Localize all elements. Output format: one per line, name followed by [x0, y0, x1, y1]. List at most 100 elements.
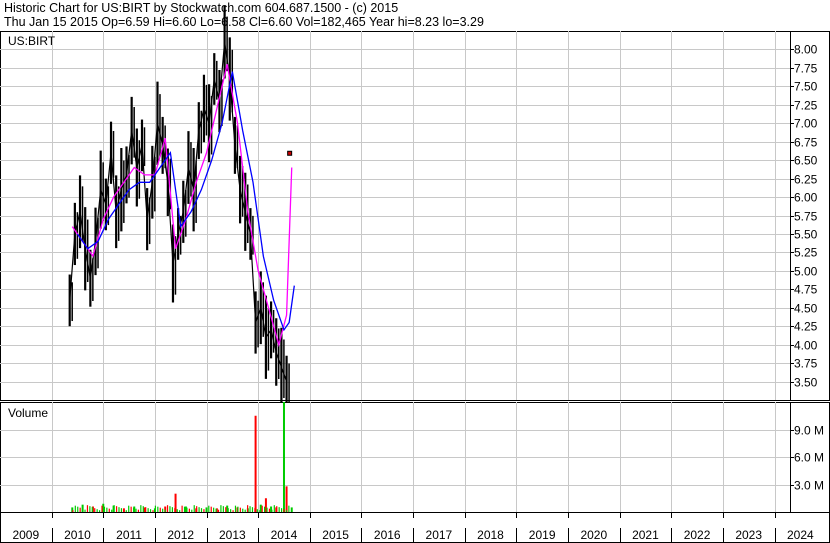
volume-bar — [137, 509, 140, 512]
year-label: 2011 — [116, 528, 142, 542]
year-label: 2020 — [580, 528, 607, 542]
volume-bar — [96, 509, 98, 512]
volume-bar — [191, 509, 193, 512]
volume-bar — [200, 508, 203, 512]
volume-bar — [222, 506, 224, 512]
volume-bar — [266, 507, 268, 512]
year-label: 2018 — [477, 528, 504, 542]
volume-bar — [249, 506, 251, 512]
volume-bar — [225, 507, 227, 512]
volume-bar — [79, 507, 81, 512]
volume-bar — [81, 508, 84, 512]
volume-bar — [166, 505, 169, 512]
volume-bar — [280, 508, 283, 512]
volume-bar — [193, 505, 195, 512]
volume-bar — [239, 507, 241, 512]
price-tick-label: 4.00 — [794, 339, 818, 353]
volume-tick-label: 6.0 M — [794, 451, 824, 465]
volume-bar — [157, 506, 159, 512]
price-tick-label: 6.00 — [794, 191, 818, 205]
volume-bar — [259, 510, 261, 512]
year-label: 2024 — [787, 528, 814, 542]
volume-tick-label: 9.0 M — [794, 424, 824, 438]
volume-bar — [159, 507, 161, 512]
volume-bar — [77, 506, 79, 512]
volume-bar — [251, 507, 254, 512]
volume-bar — [113, 505, 115, 512]
volume-bar — [220, 505, 222, 512]
volume-bar — [164, 509, 166, 512]
volume-bar — [111, 509, 113, 512]
volume-bar — [213, 507, 215, 512]
volume-bar — [283, 509, 285, 512]
price-panel: 8.00 7.75 7.50 7.25 7.00 6.75 6.50 6.25 6.00 5.75… — [0, 5, 830, 408]
volume-bar — [254, 415, 257, 512]
volume-panel: 9.0 M 6.0 M 3.0 M Volume — [0, 402, 830, 513]
volume-bar — [183, 506, 186, 512]
price-tick-label: 6.25 — [794, 173, 818, 187]
volume-bar — [285, 510, 288, 512]
volume-bar — [264, 506, 266, 512]
volume-bar — [140, 505, 142, 512]
year-label: 2022 — [684, 528, 711, 542]
volume-bar — [282, 402, 285, 512]
volume-bar — [147, 508, 149, 512]
volume-bar — [118, 507, 120, 512]
volume-bar — [271, 509, 273, 512]
year-label: 2021 — [632, 528, 659, 542]
price-tick-label: 3.50 — [794, 376, 818, 390]
year-label: 2017 — [426, 528, 453, 542]
price-tick-label: 4.50 — [794, 302, 818, 316]
volume-bar — [132, 507, 135, 512]
volume-bar — [244, 509, 246, 512]
volume-bar — [196, 506, 198, 512]
volume-bar — [237, 506, 239, 512]
year-label: 2013 — [219, 528, 246, 542]
year-label: 2016 — [374, 528, 401, 542]
price-tick-label: 7.50 — [794, 80, 818, 94]
volume-bar — [285, 486, 288, 512]
price-panel-title: US:BIRT — [8, 34, 56, 48]
volume-bar — [108, 508, 110, 512]
volume-bar — [230, 509, 232, 512]
volume-bar — [247, 505, 249, 512]
volume-bar — [72, 510, 74, 512]
price-tick-label: 5.75 — [794, 210, 818, 224]
volume-bar — [179, 510, 181, 512]
volume-bar — [120, 508, 123, 512]
volume-bar — [181, 505, 183, 512]
year-axis: 2009 2010 2011 2012 2013 2014 2015 2016 2017 2018… — [0, 512, 830, 543]
volume-bar — [217, 509, 220, 512]
volume-bar — [227, 508, 229, 512]
volume-bar — [135, 508, 137, 512]
volume-bar — [169, 506, 171, 512]
volume-bar — [154, 505, 156, 512]
price-tick-label: 7.75 — [794, 62, 818, 76]
volume-bar — [174, 508, 176, 512]
price-tick-label: 7.25 — [794, 99, 818, 113]
volume-bar — [176, 509, 178, 512]
volume-bar — [215, 508, 217, 512]
price-tick-label: 5.00 — [794, 265, 818, 279]
price-tick-label: 6.50 — [794, 154, 818, 168]
year-label: 2014 — [271, 528, 298, 542]
volume-bar — [210, 506, 212, 512]
volume-bar — [130, 506, 132, 512]
price-tick-label: 6.75 — [794, 136, 818, 150]
volume-bar — [278, 507, 280, 512]
price-tick-label: 5.25 — [794, 246, 818, 260]
volume-bar — [115, 506, 118, 512]
volume-bar — [188, 508, 190, 512]
volume-bar — [203, 509, 205, 512]
volume-bar — [103, 506, 106, 512]
volume-bar — [145, 507, 147, 512]
volume-bar — [74, 505, 76, 512]
volume-bar — [208, 505, 210, 512]
year-label: 2023 — [735, 528, 762, 542]
volume-bar — [276, 506, 278, 512]
volume-bar — [84, 509, 86, 512]
price-tick-label: 4.75 — [794, 283, 818, 297]
year-label: 2010 — [64, 528, 91, 542]
volume-bar — [254, 508, 256, 512]
year-label: 2012 — [167, 528, 194, 542]
